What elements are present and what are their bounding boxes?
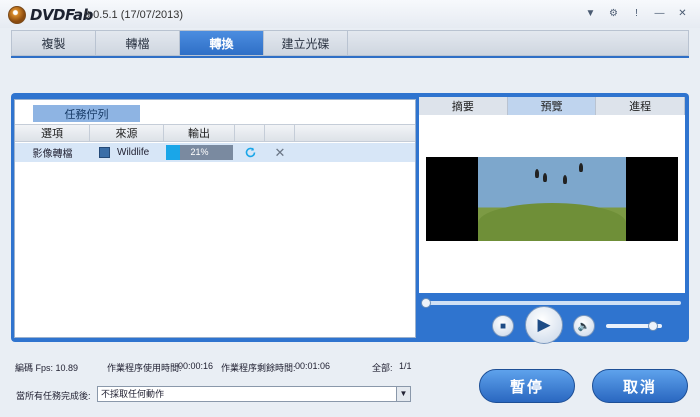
- after-done-label: 當所有任務完成後:: [16, 391, 91, 401]
- window-controls: ▼ ⚙ ! — ✕: [581, 4, 692, 22]
- settings-icon[interactable]: ⚙: [604, 4, 623, 22]
- dvdfab-logo-icon: [8, 6, 26, 24]
- player-controls: ■ ▶ 🔈: [419, 306, 685, 344]
- total-label: 全部:: [372, 363, 393, 373]
- after-done-select[interactable]: 不採取任何動作 ▼: [97, 386, 411, 402]
- task-progress-bar: 21%: [166, 145, 233, 160]
- after-done-value: 不採取任何動作: [101, 389, 165, 399]
- encode-fps: 編碼 Fps: 10.89: [15, 363, 79, 373]
- video-file-icon: [99, 147, 110, 158]
- delete-icon[interactable]: ✕: [265, 143, 295, 162]
- column-delete: [265, 125, 295, 141]
- queue-tab[interactable]: 任務佇列: [33, 105, 140, 122]
- tab-summary[interactable]: 摘要: [419, 97, 508, 115]
- column-source[interactable]: 來源: [90, 125, 164, 141]
- preview-panel: 摘要 預覽 進程 ■ ▶ 🔈: [419, 97, 686, 344]
- bird-shape: [563, 175, 567, 184]
- total-count: 1/1: [399, 361, 412, 371]
- tab-preview[interactable]: 預覽: [507, 97, 597, 115]
- column-output[interactable]: 輸出: [164, 125, 235, 141]
- cancel-button[interactable]: 取消: [592, 369, 688, 403]
- tab-copy[interactable]: 複製: [12, 31, 96, 55]
- task-output: 21%: [164, 143, 235, 162]
- queue-header: 選項 來源 輸出: [15, 124, 415, 142]
- play-button[interactable]: ▶: [525, 306, 563, 344]
- minimize-icon[interactable]: —: [650, 4, 669, 22]
- main-tabs: 複製 轉檔 轉換 建立光碟: [11, 30, 689, 56]
- column-refresh: [235, 125, 265, 141]
- table-row[interactable]: 影像轉檔 Wildlife 21% ✕: [15, 143, 415, 162]
- tab-ripper[interactable]: 轉檔: [96, 31, 180, 55]
- video-preview: [426, 157, 678, 241]
- source-name: Wildlife: [117, 147, 150, 158]
- stop-button[interactable]: ■: [492, 315, 514, 337]
- task-source: Wildlife: [90, 143, 164, 162]
- stats-bar: 編碼 Fps: 10.89 作業程序使用時間: 00:00:16 作業程序剩餘時…: [11, 361, 421, 375]
- pause-button[interactable]: 暫停: [479, 369, 575, 403]
- video-frame: [478, 157, 626, 241]
- progress-label: 21%: [190, 147, 209, 157]
- remaining-time: 00:01:06: [295, 361, 331, 371]
- tab-converter[interactable]: 轉換: [180, 31, 264, 55]
- elapsed-label: 作業程序使用時間:: [107, 363, 182, 373]
- refresh-icon[interactable]: [235, 143, 265, 162]
- panel-tabs: 摘要 預覽 進程: [419, 97, 686, 115]
- title-bar: DVDFab 9.0.5.1 (17/07/2013) ▼ ⚙ ! — ✕: [0, 0, 700, 28]
- app-version: 9.0.5.1 (17/07/2013): [84, 9, 184, 21]
- close-icon[interactable]: ✕: [673, 4, 692, 22]
- tab-creator[interactable]: 建立光碟: [264, 31, 348, 55]
- tab-underline: [11, 56, 689, 58]
- task-type: 影像轉檔: [32, 149, 73, 160]
- hill-shape: [478, 203, 626, 241]
- volume-icon[interactable]: 🔈: [573, 315, 595, 337]
- elapsed-time: 00:00:16: [178, 361, 214, 371]
- bird-shape: [543, 173, 547, 182]
- volume-handle[interactable]: [648, 321, 658, 331]
- bird-shape: [579, 163, 583, 172]
- tab-progress[interactable]: 進程: [596, 97, 686, 115]
- seek-handle[interactable]: [421, 298, 431, 308]
- column-type[interactable]: 選項: [15, 125, 90, 141]
- menu-icon[interactable]: ▼: [581, 4, 600, 22]
- bird-shape: [535, 169, 539, 178]
- chevron-down-icon[interactable]: ▼: [396, 387, 410, 401]
- task-queue-panel: 任務佇列 選項 來源 輸出 影像轉檔 Wildlife 21% ✕: [14, 99, 416, 338]
- seek-bar[interactable]: [423, 301, 681, 305]
- help-icon[interactable]: !: [627, 4, 646, 22]
- remaining-label: 作業程序剩餘時間:: [221, 363, 296, 373]
